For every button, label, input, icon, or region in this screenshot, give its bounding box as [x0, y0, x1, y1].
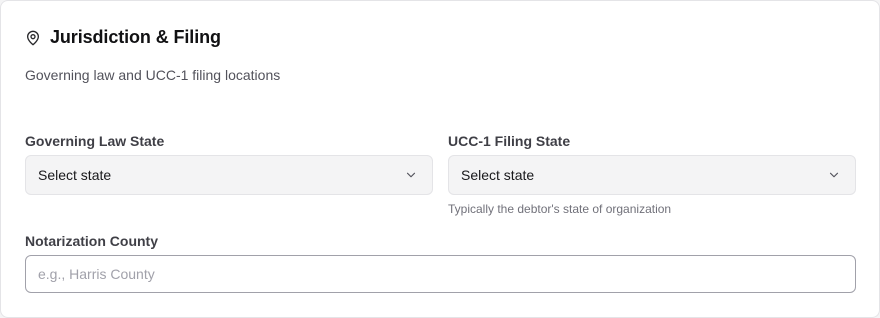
chevron-down-icon: [404, 168, 418, 182]
ucc1-filing-state-select[interactable]: Select state: [448, 155, 856, 195]
notarization-county-label: Notarization County: [25, 233, 158, 249]
ucc1-filing-state-hint: Typically the debtor's state of organiza…: [448, 202, 672, 216]
notarization-county-input[interactable]: [25, 255, 856, 293]
section-title: Jurisdiction & Filing: [50, 27, 221, 47]
ucc1-filing-state-label: UCC-1 Filing State: [448, 133, 571, 149]
section-header: Jurisdiction & Filing: [25, 27, 221, 48]
section-subtitle: Governing law and UCC-1 filing locations: [25, 67, 281, 83]
governing-law-state-label: Governing Law State: [25, 133, 165, 149]
jurisdiction-filing-card: Jurisdiction & Filing Governing law and …: [0, 0, 880, 318]
governing-law-state-select[interactable]: Select state: [25, 155, 433, 195]
ucc1-filing-state-value: Select state: [461, 167, 535, 183]
chevron-down-icon: [827, 168, 841, 182]
map-pin-icon: [25, 30, 41, 46]
governing-law-state-value: Select state: [38, 167, 112, 183]
